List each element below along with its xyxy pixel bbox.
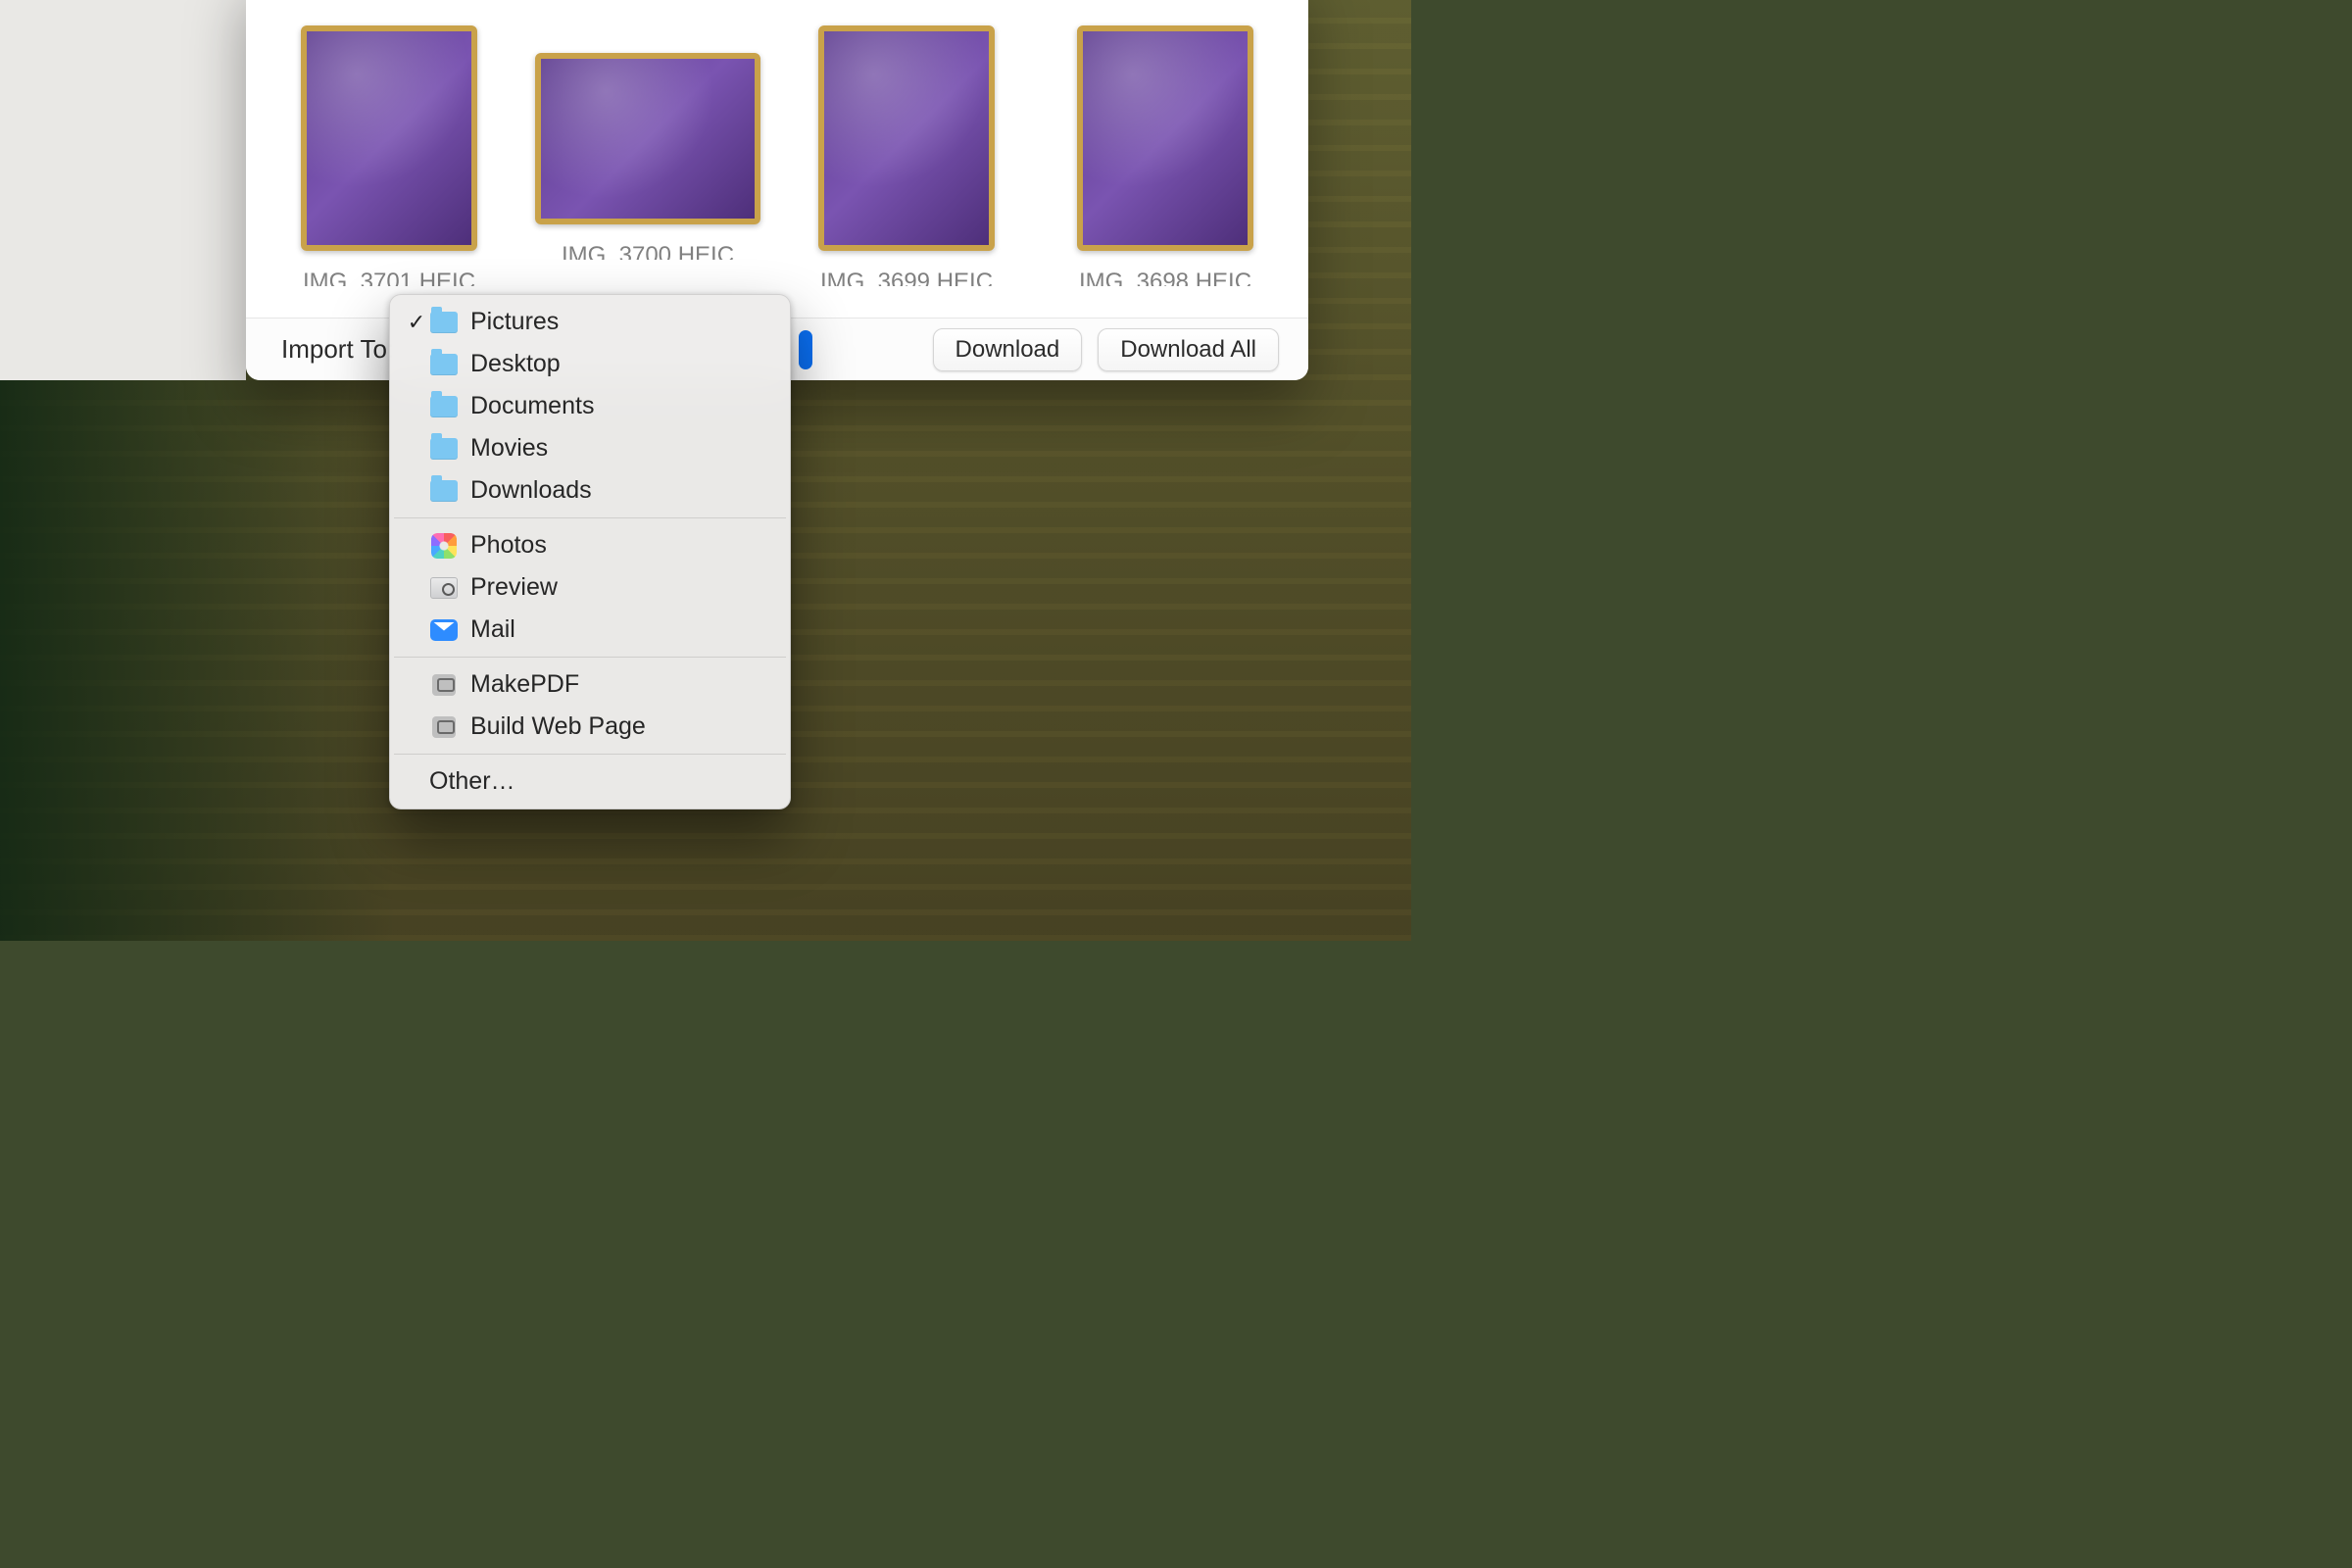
menu-item-label: Mail [470,615,515,644]
menu-item-documents[interactable]: Documents [390,385,790,427]
menu-item-pictures[interactable]: ✓ Pictures [390,301,790,343]
photos-app-icon [429,533,459,559]
menu-item-label: Other… [429,767,515,796]
menu-item-build-web-page[interactable]: Build Web Page [390,706,790,748]
menu-separator [394,517,786,518]
menu-item-label: MakePDF [470,670,579,699]
automator-icon [429,714,459,740]
thumbnail-filename: IMG_3700.HEIC [562,242,734,260]
menu-item-label: Preview [470,573,558,602]
menu-item-label: Photos [470,531,547,560]
menu-item-photos[interactable]: Photos [390,524,790,566]
menu-item-movies[interactable]: Movies [390,427,790,469]
thumbnail-cell[interactable]: IMG_3700.HEIC [540,25,756,318]
thumbnail-filename: IMG_3698.HEIC [1079,269,1251,286]
menu-item-preview[interactable]: Preview [390,566,790,609]
menu-item-makepdf[interactable]: MakePDF [390,663,790,706]
photo-thumbnail[interactable] [301,25,477,251]
thumbnail-filename: IMG_3701.HEIC [303,269,475,286]
download-button[interactable]: Download [933,328,1083,371]
photo-thumbnail[interactable] [1077,25,1253,251]
menu-item-downloads[interactable]: Downloads [390,469,790,512]
menu-item-other[interactable]: Other… [390,760,790,803]
mail-app-icon [429,617,459,643]
menu-item-mail[interactable]: Mail [390,609,790,651]
menu-item-label: Downloads [470,476,592,505]
download-all-button-label: Download All [1120,336,1256,364]
menu-item-desktop[interactable]: Desktop [390,343,790,385]
import-to-menu: ✓ Pictures Desktop Documents Movies Down… [389,294,791,809]
menu-item-label: Movies [470,434,548,463]
photo-thumbnail[interactable] [535,53,760,224]
thumbnail-cell[interactable]: IMG_3701.HEIC [281,25,497,318]
sidebar-area [0,0,246,380]
folder-icon [429,478,459,504]
menu-item-label: Desktop [470,350,561,378]
download-button-label: Download [956,336,1060,364]
download-all-button[interactable]: Download All [1098,328,1279,371]
thumbnail-cell[interactable]: IMG_3698.HEIC [1057,25,1273,318]
thumbnail-grid: IMG_3701.HEIC IMG_3700.HEIC IMG_3699.HEI… [246,25,1308,318]
menu-item-label: Pictures [470,308,559,336]
preview-app-icon [429,575,459,601]
folder-icon [429,394,459,419]
import-to-popup-button[interactable] [799,330,812,369]
menu-separator [394,657,786,658]
thumbnail-filename: IMG_3699.HEIC [820,269,993,286]
automator-icon [429,672,459,698]
folder-icon [429,436,459,462]
photo-thumbnail[interactable] [818,25,995,251]
import-to-label: Import To: [281,334,394,365]
folder-icon [429,352,459,377]
checkmark-icon: ✓ [404,310,429,335]
menu-item-label: Build Web Page [470,712,646,741]
thumbnail-cell[interactable]: IMG_3699.HEIC [799,25,1014,318]
folder-icon [429,310,459,335]
menu-item-label: Documents [470,392,594,420]
menu-separator [394,754,786,755]
